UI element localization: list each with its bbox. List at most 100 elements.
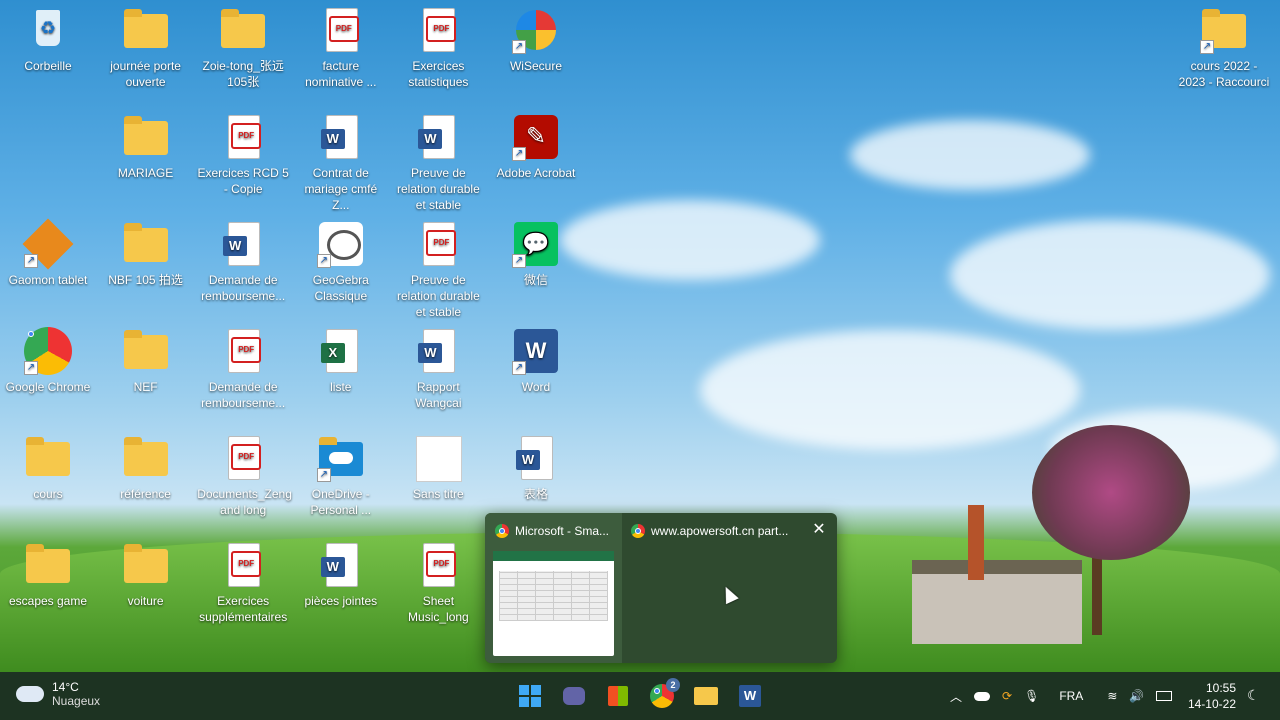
desktop-icon[interactable]: W Contrat de mariage cmfé Z... <box>293 113 389 213</box>
tree-canopy <box>1032 425 1190 560</box>
desktop-icon[interactable]: PDF Exercices RCD 5 - Copie <box>195 113 291 197</box>
desktop-icon-label: Google Chrome <box>5 380 91 394</box>
desktop-icon-label: facture nominative ... <box>305 59 377 89</box>
windows-icon <box>519 685 541 707</box>
teams-chat-button[interactable] <box>558 680 590 712</box>
chevron-up-icon[interactable]: ︿ <box>950 688 962 705</box>
desktop-icon[interactable]: 💬 ↗ 微信 <box>488 220 584 288</box>
desktop-icon[interactable]: NBF 105 拍选 <box>98 220 194 288</box>
word-document-icon: W <box>414 113 462 161</box>
desktop-icon-label: Exercices statistiques <box>408 59 469 89</box>
pdf-icon: PDF <box>219 113 267 161</box>
pdf-icon-part: PDF <box>328 16 359 42</box>
folder-icon-part <box>123 544 168 583</box>
desktop-icon[interactable]: PDF Exercices supplémentaires <box>195 541 291 625</box>
folder-icon <box>122 327 170 375</box>
desktop-icon[interactable]: ↗ WiSecure <box>488 6 584 74</box>
desktop-icon[interactable]: Zoie-tong_张远 105张 <box>195 6 291 90</box>
desktop-icon[interactable]: Xliste <box>293 327 389 395</box>
desktop-icon[interactable]: ✎ ↗ Adobe Acrobat <box>488 113 584 181</box>
shortcut-arrow-icon: ↗ <box>512 147 526 161</box>
shortcut-arrow-icon: ↗ <box>512 361 526 375</box>
word-app-icon: W ↗ <box>512 327 560 375</box>
desktop-icon-label: Contrat de mariage cmfé Z... <box>304 166 378 212</box>
microphone-icon[interactable]: 🎙 <box>1024 689 1039 703</box>
cloud <box>700 330 1080 450</box>
desktop-icon[interactable]: W Preuve de relation durable et stable <box>390 113 486 213</box>
desktop-icon[interactable]: voiture <box>98 541 194 609</box>
do-not-disturb-icon[interactable]: ☾ <box>1247 687 1260 704</box>
onedrive-icon[interactable] <box>974 691 991 701</box>
desktop-icon[interactable]: PDF Exercices statistiques <box>390 6 486 90</box>
word-document-icon: W <box>317 113 365 161</box>
desktop-icon[interactable]: Sans titre <box>390 434 486 502</box>
desktop-icon[interactable]: PDF facture nominative ... <box>293 6 389 90</box>
desktop-icon[interactable]: ↗ Gaomon tablet <box>0 218 96 288</box>
desktop-icon-label: journée porte ouverte <box>110 59 181 89</box>
desktop-icon[interactable]: ↗ cours 2022 - 2023 - Raccourci <box>1176 6 1272 90</box>
desktop-icon[interactable]: PDF Documents_Zeng and long <box>195 434 292 518</box>
spreadsheet-thumbnail[interactable] <box>493 551 614 656</box>
desktop-icon-label: escapes game <box>8 594 88 608</box>
close-icon[interactable]: ✕ <box>811 522 827 538</box>
word-document-icon: W <box>317 541 365 589</box>
wifi-icon[interactable]: ≋ <box>1107 689 1117 703</box>
folder-icon-part <box>26 544 70 583</box>
geogebra-icon-part <box>326 230 361 260</box>
pdf-icon: PDF <box>219 327 267 375</box>
clock[interactable]: 10:55 14-10-22 <box>1180 680 1236 712</box>
preview-tab-2[interactable]: www.apowersoft.cn part... <box>631 513 788 549</box>
folder-icon-part <box>123 223 168 262</box>
desktop-icon[interactable]: ↗ Google Chrome <box>0 327 96 395</box>
desktop-icon[interactable]: Wpièces jointes <box>293 541 389 609</box>
desktop-icon[interactable]: PDF Demande de rembourseme... <box>195 327 291 411</box>
desktop-icon[interactable]: ♻ Corbeille <box>0 6 96 74</box>
geogebra-icon: ↗ <box>316 220 365 268</box>
desktop-icon-label: WiSecure <box>509 59 562 73</box>
taskbar-preview-popup: Microsoft - Sma... www.apowersoft.cn par… <box>485 513 837 663</box>
desktop-icon[interactable]: escapes game <box>0 541 96 609</box>
folder-icon <box>122 434 170 482</box>
pdf-icon-part: PDF <box>231 551 262 577</box>
desktop-icon-label: cours 2022 - 2023 - Raccourci <box>1178 59 1270 89</box>
preview-tab-1[interactable]: Microsoft - Sma... <box>495 513 609 549</box>
weather-widget[interactable]: 14°C Nuageux <box>16 680 100 708</box>
preview-tab-2-title: www.apowersoft.cn part... <box>651 524 789 538</box>
battery-icon[interactable] <box>1156 691 1173 701</box>
desktop-icon[interactable]: NEF <box>98 327 194 395</box>
desktop-icon[interactable]: W Rapport Wangcai <box>390 327 486 411</box>
shortcut-arrow-icon: ↗ <box>512 40 526 54</box>
pdf-icon: PDF <box>414 541 462 589</box>
desktop-icon[interactable]: W 表格 <box>488 434 584 502</box>
chrome-taskbar-button[interactable]: 2 <box>646 678 680 712</box>
pdf-icon-part: PDF <box>231 337 262 363</box>
sync-icon[interactable]: ⟳ <box>1002 689 1012 703</box>
store-button[interactable] <box>602 680 634 712</box>
desktop-icon-label: pièces jointes <box>304 594 378 608</box>
start-button[interactable] <box>514 680 546 712</box>
desktop-icon-label: Preuve de relation durable et stable <box>397 166 480 212</box>
desktop-icon[interactable]: W Demande de rembourseme... <box>195 220 291 304</box>
word-taskbar-button[interactable]: W <box>734 680 766 712</box>
desktop-icon[interactable]: journée porte ouverte <box>98 6 194 90</box>
desktop-icon[interactable]: PDF Preuve de relation durable et stable <box>390 220 486 320</box>
desktop-icon[interactable]: ↗ GeoGebra Classique <box>293 220 389 304</box>
chat-icon <box>563 687 585 705</box>
desktop-icon[interactable]: ↗ OneDrive - Personal ... <box>293 434 389 518</box>
chrome-window-count-badge: 2 <box>666 678 680 692</box>
language-indicator[interactable]: FRA <box>1059 689 1083 703</box>
desktop-icon[interactable]: PDF Sheet Music_long <box>390 541 486 625</box>
folder-icon <box>24 434 72 482</box>
file-explorer-button[interactable] <box>690 680 722 712</box>
desktop-icon[interactable]: MARIAGE <box>98 113 194 181</box>
desktop-icon[interactable]: référence <box>98 434 194 502</box>
shortcut-arrow-icon: ↗ <box>24 254 38 268</box>
desktop-icon-label: Exercices RCD 5 - Copie <box>197 166 289 196</box>
desktop-icon-label: Demande de rembourseme... <box>201 380 286 410</box>
desktop-icon[interactable]: W ↗ Word <box>488 327 584 395</box>
word-document-icon: W <box>512 434 560 482</box>
word-document-icon: W <box>219 220 267 268</box>
volume-icon[interactable]: 🔊 <box>1129 689 1144 703</box>
folder-icon <box>122 541 170 589</box>
desktop-icon[interactable]: cours <box>0 434 96 502</box>
